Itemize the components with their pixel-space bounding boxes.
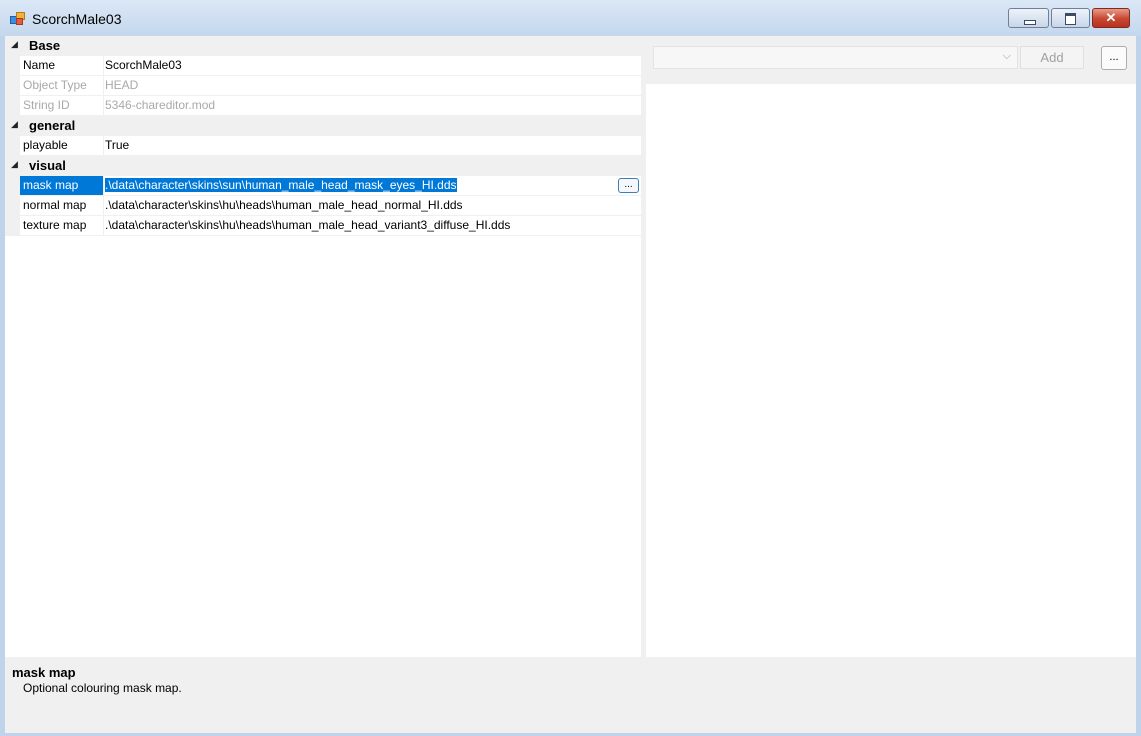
collapse-toggle-icon[interactable]: ◢ xyxy=(11,159,18,170)
property-value[interactable]: True xyxy=(104,136,641,156)
property-grid-rows: ◢ Base Name ScorchMale03 Object Type HEAD Stri… xyxy=(5,36,641,236)
property-value[interactable]: .\data\character\skins\hu\heads\human_ma… xyxy=(104,216,641,236)
row-gutter xyxy=(5,176,20,196)
property-value[interactable]: .\data\character\skins\sun\human_male_he… xyxy=(104,176,641,196)
row-gutter xyxy=(5,196,20,216)
property-value[interactable]: .\data\character\skins\hu\heads\human_ma… xyxy=(104,196,641,216)
property-row[interactable]: playable True xyxy=(5,136,641,156)
row-gutter xyxy=(5,136,20,156)
property-row[interactable]: Object Type HEAD xyxy=(5,76,641,96)
property-row[interactable]: mask map .\data\character\skins\sun\human… xyxy=(5,176,641,196)
property-name[interactable]: playable xyxy=(20,136,104,156)
help-pane: mask map Optional colouring mask map. xyxy=(5,657,1136,733)
property-value: 5346-chareditor.mod xyxy=(104,96,641,116)
maximize-button[interactable] xyxy=(1051,8,1090,28)
close-button[interactable]: ✕ xyxy=(1092,8,1130,28)
window-title: ScorchMale03 xyxy=(32,11,122,27)
property-name[interactable]: String ID xyxy=(20,96,104,116)
property-name[interactable]: normal map xyxy=(20,196,104,216)
browse-button[interactable]: ... xyxy=(618,178,639,193)
app-window-icon[interactable] xyxy=(10,12,25,25)
close-icon: ✕ xyxy=(1105,10,1117,25)
property-row[interactable]: Name ScorchMale03 xyxy=(5,56,641,76)
maximize-icon xyxy=(1065,13,1076,25)
property-row[interactable]: String ID 5346-chareditor.mod xyxy=(5,96,641,116)
category-label: general xyxy=(29,118,76,133)
property-value[interactable]: ScorchMale03 xyxy=(104,56,641,76)
collapse-toggle-icon[interactable]: ◢ xyxy=(11,119,18,130)
type-combo-box[interactable]: ⌵ xyxy=(653,46,1018,69)
property-row[interactable]: texture map .\data\character\skins\hu\hea… xyxy=(5,216,641,236)
selected-value-text[interactable]: .\data\character\skins\sun\human_male_he… xyxy=(105,178,457,192)
collapse-toggle-icon[interactable]: ◢ xyxy=(11,39,18,50)
row-gutter xyxy=(5,96,20,116)
chevron-down-icon[interactable]: ⌵ xyxy=(1003,50,1011,63)
more-button[interactable]: ... xyxy=(1101,46,1127,70)
minimize-button[interactable] xyxy=(1008,8,1049,28)
item-list-panel[interactable] xyxy=(646,84,1136,657)
client-area: ◢ Base Name ScorchMale03 Object Type HEAD Stri… xyxy=(5,36,1136,733)
property-value: HEAD xyxy=(104,76,641,96)
row-gutter xyxy=(5,76,20,96)
category-row-visual[interactable]: ◢ visual xyxy=(5,156,641,176)
add-button[interactable]: Add xyxy=(1020,46,1084,69)
row-gutter xyxy=(5,216,20,236)
category-row-general[interactable]: ◢ general xyxy=(5,116,641,136)
category-label: visual xyxy=(29,158,66,173)
category-label: Base xyxy=(29,38,61,53)
property-row[interactable]: normal map .\data\character\skins\hu\head… xyxy=(5,196,641,216)
property-name[interactable]: texture map xyxy=(20,216,104,236)
help-description: Optional colouring mask map. xyxy=(23,681,182,695)
property-name[interactable]: Name xyxy=(20,56,104,76)
help-title: mask map xyxy=(12,665,76,680)
minimize-icon xyxy=(1024,20,1036,25)
row-gutter xyxy=(5,56,20,76)
property-name[interactable]: mask map xyxy=(20,176,104,196)
title-bar[interactable]: ScorchMale03 ✕ xyxy=(0,0,1141,36)
property-name[interactable]: Object Type xyxy=(20,76,104,96)
category-row-base[interactable]: ◢ Base xyxy=(5,36,641,56)
property-grid[interactable]: ◢ Base Name ScorchMale03 Object Type HEAD Stri… xyxy=(5,36,641,657)
